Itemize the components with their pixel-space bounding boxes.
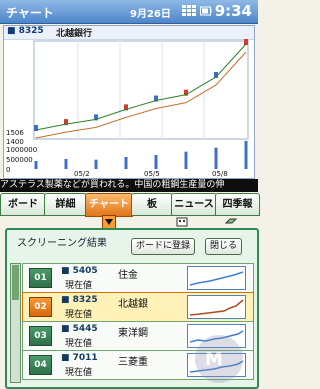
volume-bar xyxy=(34,161,38,169)
tab-news[interactable]: ニュース xyxy=(171,193,217,216)
list-scrollbar[interactable] xyxy=(10,263,21,383)
price-chart: 1506 1400 1000000 500000 0 05/2 05/5 05/… xyxy=(6,39,249,178)
svg-text:M: M xyxy=(205,349,223,370)
list-item[interactable]: 01 ■ 5405 住金 現在値 xyxy=(22,263,254,293)
svg-text:0: 0 xyxy=(6,166,10,174)
building-icon xyxy=(176,217,188,227)
row-code: ■ 8325 xyxy=(61,295,98,305)
row-price-label: 現在値 xyxy=(65,339,93,349)
tab-chart[interactable]: チャート xyxy=(85,193,133,217)
news-ticker: アステラス製薬などが買われる。中国の粗鋼生産量の伸 xyxy=(0,179,258,192)
svg-text:1000000: 1000000 xyxy=(6,146,37,154)
svg-text:1400: 1400 xyxy=(6,138,24,146)
svg-text:05/8: 05/8 xyxy=(212,170,228,178)
row-name: 東洋鋼 xyxy=(118,328,148,339)
row-code: ■ 5405 xyxy=(61,266,98,276)
row-number: 03 xyxy=(29,326,52,346)
battery-icon xyxy=(200,6,212,16)
row-number: 02 xyxy=(29,297,52,317)
svg-text:500000: 500000 xyxy=(6,156,33,164)
svg-text:1506: 1506 xyxy=(6,129,24,137)
volume-bar xyxy=(244,141,248,169)
row-name: 住金 xyxy=(118,270,138,281)
row-price-label: 現在値 xyxy=(65,310,93,320)
top-bar: チャート 9月26日 9:34 xyxy=(0,0,258,24)
clock-time: 9:34 xyxy=(214,2,252,20)
app-title: チャート xyxy=(6,6,54,20)
row-number: 01 xyxy=(29,268,52,288)
volume-bar xyxy=(184,151,188,169)
logo-icon: M xyxy=(195,335,243,383)
tab-detail[interactable]: 詳細 xyxy=(44,193,87,216)
tab-board-book[interactable]: 板 xyxy=(131,193,173,216)
list-item-selected[interactable]: 02 ■ 8325 北越銀 現在値 xyxy=(22,292,254,322)
mini-chart xyxy=(187,295,246,319)
row-price-label: 現在値 xyxy=(65,281,93,291)
volume-bar xyxy=(214,147,218,169)
row-code: ■ 5445 xyxy=(61,324,98,334)
row-name: 三菱重 xyxy=(118,357,148,368)
svg-text:05/5: 05/5 xyxy=(144,170,160,178)
register-to-board-button[interactable]: ボードに登録 xyxy=(131,238,196,255)
row-name: 北越銀 xyxy=(118,299,148,310)
tab-quarterly[interactable]: 四季報 xyxy=(215,193,260,216)
volume-bar xyxy=(124,157,128,169)
row-price-label: 現在値 xyxy=(65,368,93,378)
date: 9月26日 xyxy=(130,9,171,20)
volume-bar xyxy=(64,159,68,169)
chart-panel: ■ 8325 北越銀行 日足 1506 1400 1000000 500000 … xyxy=(3,25,255,179)
dialog-title: スクリーニング結果 xyxy=(17,238,107,249)
tab-board[interactable]: ボード xyxy=(0,193,46,216)
bookmark-icon xyxy=(224,218,238,224)
svg-text:05/2: 05/2 xyxy=(74,170,90,178)
row-code: ■ 7011 xyxy=(61,353,98,363)
scroll-thumb[interactable] xyxy=(12,265,19,300)
volume-bar xyxy=(154,155,158,169)
volume-bar xyxy=(94,159,98,169)
row-number: 04 xyxy=(29,355,52,375)
grid-icon xyxy=(182,5,196,16)
arrow-down-icon xyxy=(102,215,116,229)
mini-chart xyxy=(187,266,246,290)
close-button[interactable]: 閉じる xyxy=(205,238,243,255)
